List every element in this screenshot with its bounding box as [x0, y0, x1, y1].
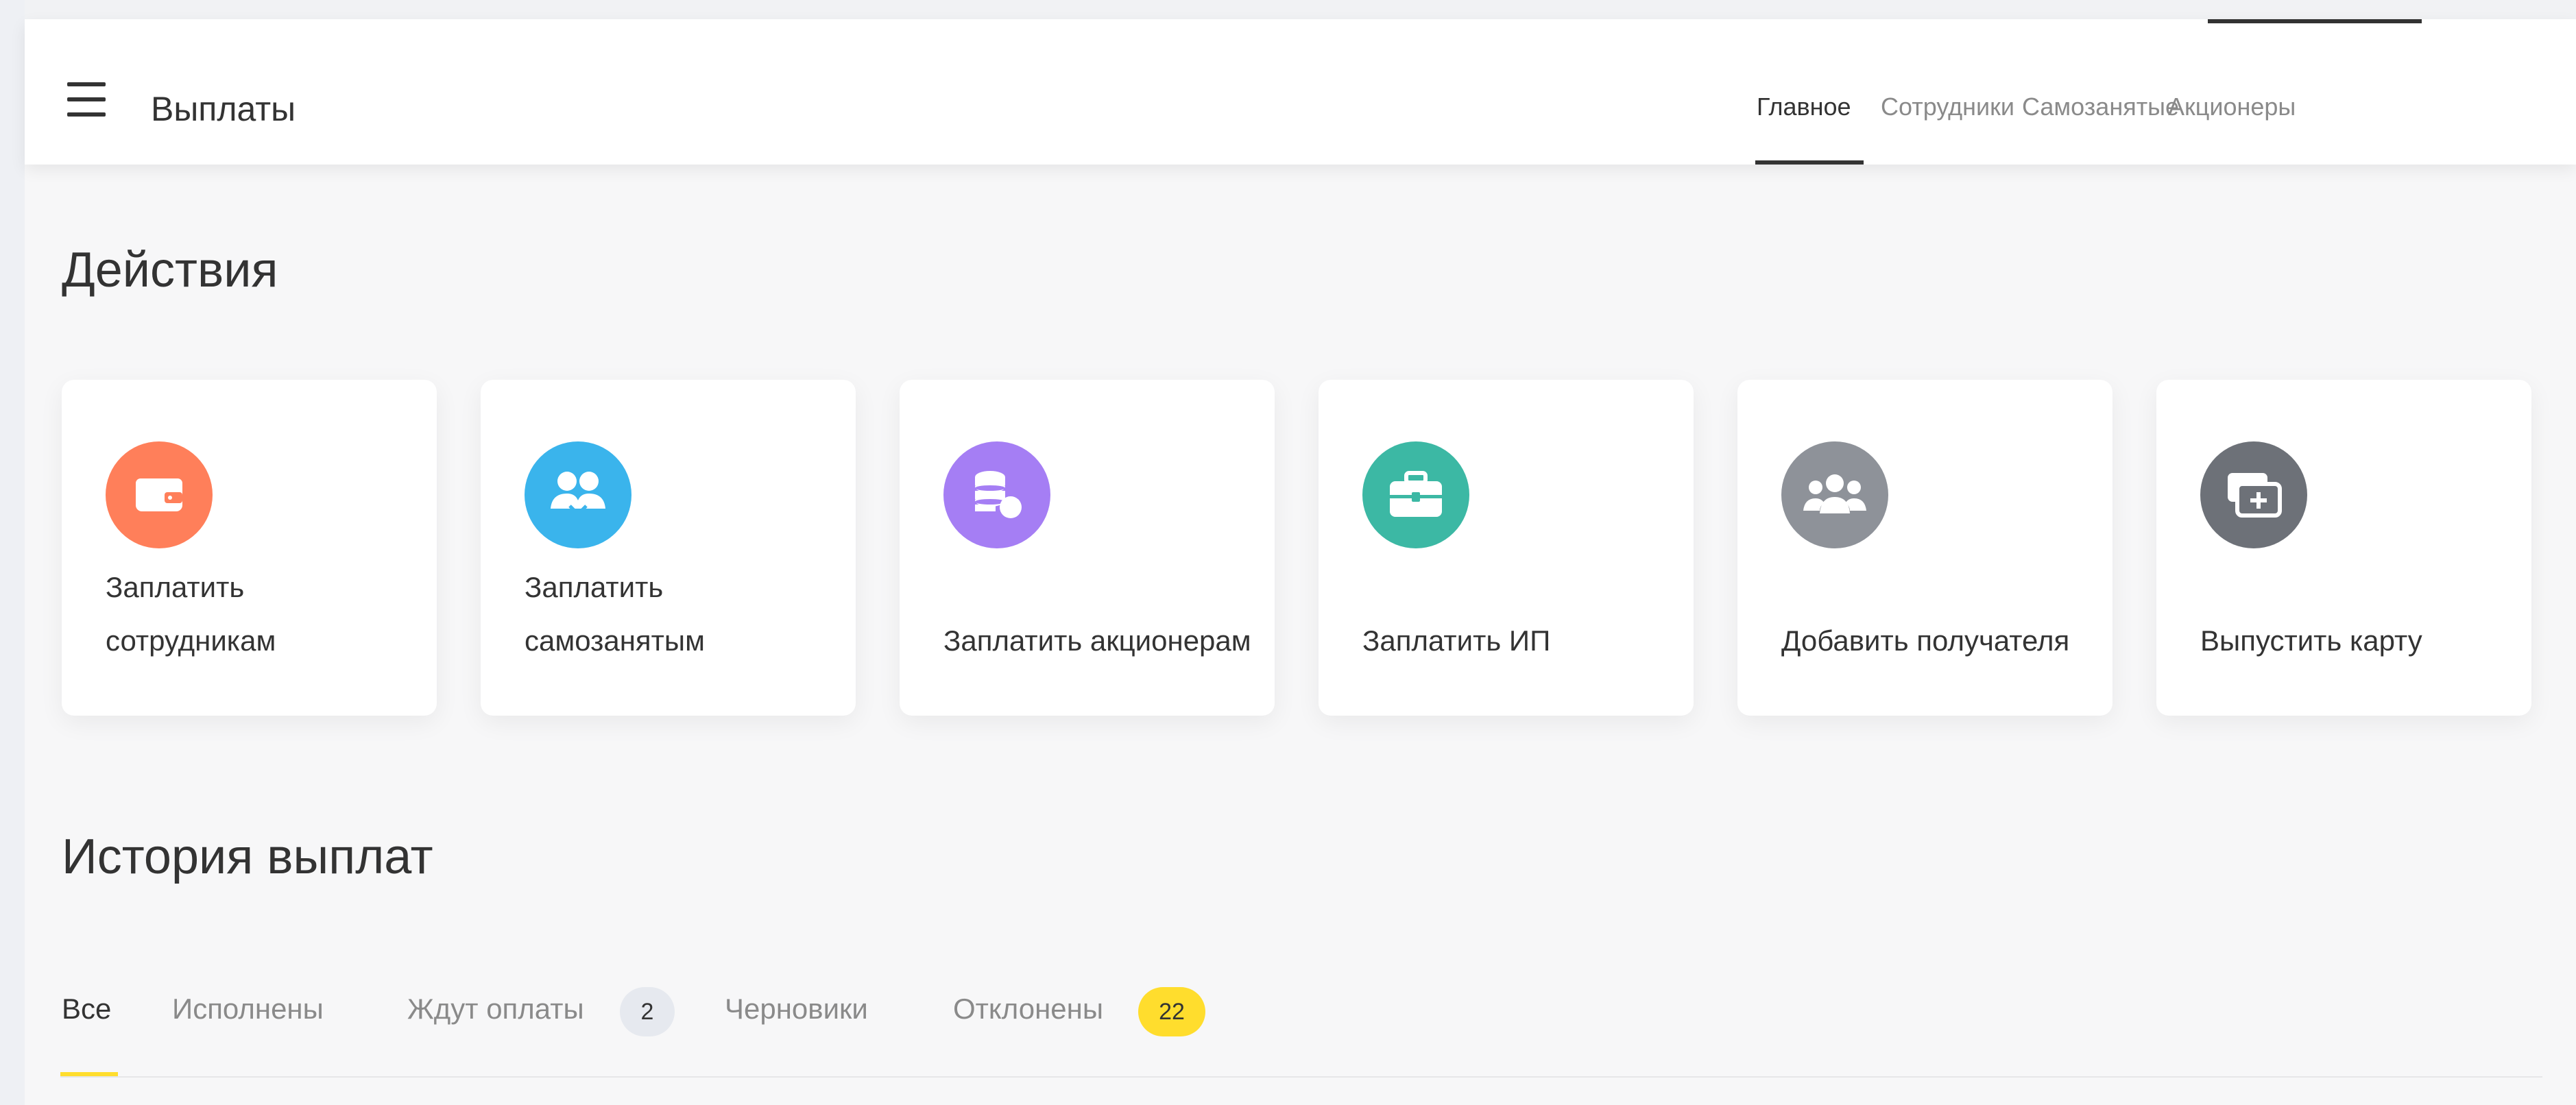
coins-stack-icon [943, 441, 1050, 548]
history-tabs-divider [60, 1076, 2542, 1078]
rejected-count-badge: 22 [1138, 987, 1205, 1036]
top-strip [25, 0, 2576, 19]
add-card-icon [2200, 441, 2307, 548]
people-handshake-icon [525, 441, 631, 548]
history-tab-all[interactable]: Все [62, 995, 111, 1023]
history-active-tab-underline [60, 1072, 118, 1076]
action-add-recipient-card[interactable]: Добавить получателя [1737, 380, 2112, 716]
actions-title: Действия [62, 243, 278, 298]
left-edge [0, 0, 25, 1105]
action-label: Выпустить карту [2200, 624, 2422, 657]
active-tab-underline [1755, 160, 1864, 165]
history-tab-executed[interactable]: Исполнены [172, 995, 324, 1023]
group-icon [1781, 441, 1888, 548]
history-tab-drafts[interactable]: Черновики [725, 995, 868, 1023]
wallet-icon [106, 441, 213, 548]
briefcase-icon [1362, 441, 1469, 548]
action-label: Заплатить самозанятым [525, 571, 705, 657]
tab-self-employed[interactable]: Самозанятые [2022, 95, 2179, 119]
app-header: Выплаты Главное Сотрудники Самозанятые А… [25, 19, 2576, 165]
action-label: Добавить получателя [1781, 624, 2070, 657]
top-indicator-bar [2208, 19, 2422, 23]
action-pay-entrepreneur-card[interactable]: Заплатить ИП [1319, 380, 1694, 716]
action-label: Заплатить сотрудникам [106, 571, 276, 657]
page-title: Выплаты [151, 90, 296, 128]
tab-shareholders[interactable]: Акционеры [2168, 95, 2296, 119]
action-pay-self-employed-card[interactable]: Заплатить самозанятым [481, 380, 856, 716]
history-title: История выплат [62, 829, 433, 884]
action-pay-shareholders-card[interactable]: Заплатить акционерам [900, 380, 1275, 716]
payouts-page: Выплаты Главное Сотрудники Самозанятые А… [25, 19, 2576, 1105]
awaiting-count-badge: 2 [620, 987, 675, 1036]
tab-employees[interactable]: Сотрудники [1881, 95, 2014, 119]
tab-main[interactable]: Главное [1757, 95, 1851, 119]
history-tab-rejected[interactable]: Отклонены [953, 995, 1103, 1023]
action-label: Заплатить акционерам [943, 624, 1251, 657]
history-tab-awaiting-payment[interactable]: Ждут оплаты [407, 995, 584, 1023]
action-pay-employees-card[interactable]: Заплатить сотрудникам [62, 380, 437, 716]
action-label: Заплатить ИП [1362, 624, 1551, 657]
action-issue-card-card[interactable]: Выпустить карту [2156, 380, 2531, 716]
hamburger-menu-icon[interactable] [63, 82, 111, 123]
